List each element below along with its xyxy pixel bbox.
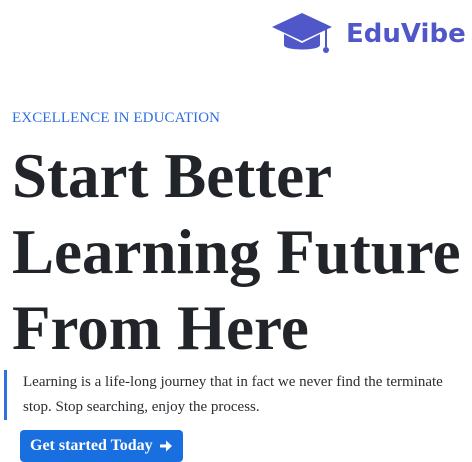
brand-logo[interactable]: EduVibe <box>270 8 466 60</box>
headline-line: From Here <box>12 293 309 363</box>
hero-headline: Start Better Learning Future From Here <box>12 138 461 366</box>
get-started-label: Get started Today <box>30 437 153 454</box>
headline-line: Learning Future <box>12 217 461 287</box>
get-started-button[interactable]: Get started Today <box>20 430 183 462</box>
graduation-cap-icon <box>272 13 332 53</box>
brand-name: EduVibe <box>346 19 466 49</box>
hero-eyebrow: EXCELLENCE IN EDUCATION <box>12 110 221 126</box>
headline-line: Start Better <box>12 141 333 211</box>
hero-description: Learning is a life-long journey that in … <box>4 370 453 420</box>
arrow-right-icon <box>159 440 172 452</box>
